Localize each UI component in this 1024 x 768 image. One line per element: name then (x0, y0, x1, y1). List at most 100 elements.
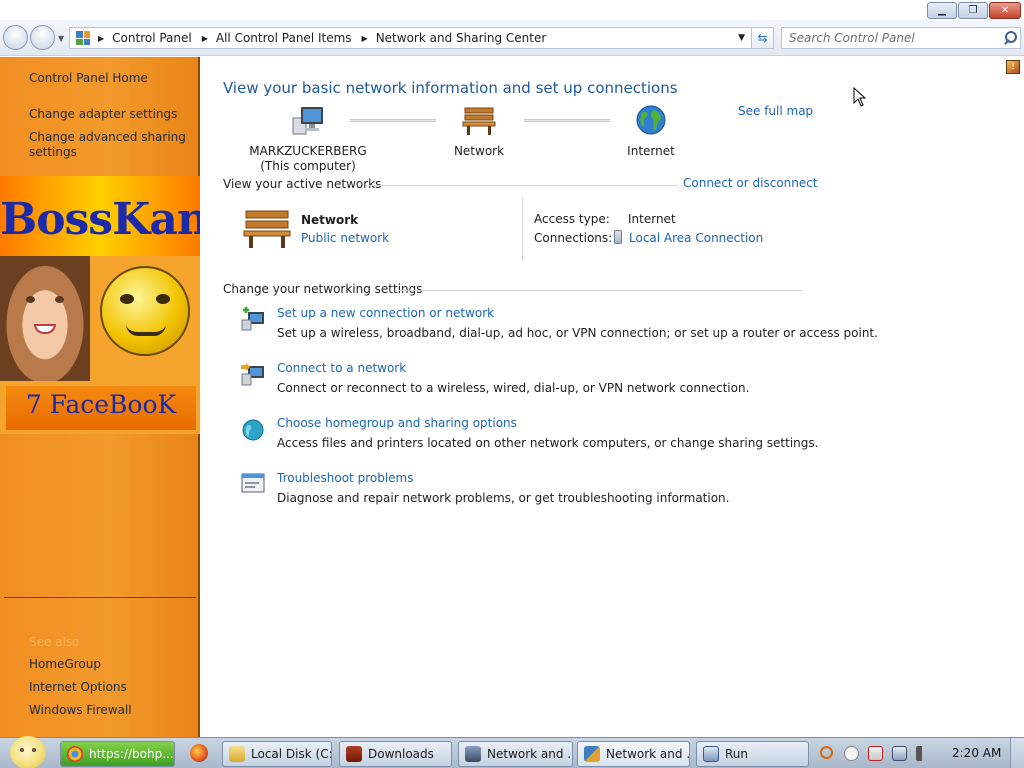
volume-icon[interactable] (916, 746, 931, 761)
back-button[interactable] (3, 25, 28, 50)
clock[interactable]: 2:20 AM (952, 746, 1001, 760)
taskbar-chrome[interactable]: https://bohp... (60, 741, 175, 767)
ethernet-icon (614, 230, 622, 244)
breadcrumb-all-items[interactable]: All Control Panel Items (216, 31, 352, 45)
sidebar-windows-firewall[interactable]: Windows Firewall (29, 703, 132, 718)
map-node-computer[interactable]: MARKZUCKERBERG (This computer) (246, 104, 370, 174)
map-node-computer-name: MARKZUCKERBERG (249, 144, 367, 158)
task-homegroup-link[interactable]: Choose homegroup and sharing options (277, 416, 517, 430)
window-controls: ▁ ❐ ✕ (927, 2, 1021, 19)
breadcrumb-network-sharing[interactable]: Network and Sharing Center (376, 31, 547, 45)
task-setup-connection-desc: Set up a wireless, broadband, dial-up, a… (277, 326, 878, 340)
map-node-internet[interactable]: Internet (621, 104, 681, 159)
sidebar-change-adapter-settings[interactable]: Change adapter settings (29, 107, 177, 122)
taskbar-network-2-label: Network and ... (606, 747, 690, 761)
address-bar[interactable]: ▶ Control Panel ▶ All Control Panel Item… (69, 27, 752, 49)
task-troubleshoot-link[interactable]: Troubleshoot problems (277, 471, 413, 485)
active-networks-heading: View your active networks (223, 177, 382, 191)
network-icon (465, 746, 481, 762)
taskbar-network-2[interactable]: Network and ... (577, 741, 690, 767)
park-bench-icon[interactable] (242, 207, 292, 249)
park-bench-icon (462, 107, 496, 135)
active-network-type-link[interactable]: Public network (301, 231, 389, 245)
run-icon (703, 746, 719, 762)
task-troubleshoot-desc: Diagnose and repair network problems, or… (277, 491, 730, 505)
access-type-value: Internet (628, 212, 676, 226)
homegroup-icon[interactable] (240, 416, 266, 442)
restore-icon: ❐ (968, 5, 978, 16)
action-center-icon[interactable] (868, 746, 883, 761)
search-input[interactable] (782, 31, 1000, 45)
close-icon: ✕ (1000, 5, 1010, 16)
smiley-emoji-icon (100, 266, 190, 356)
vertical-divider (522, 197, 523, 261)
map-connector-line (524, 119, 610, 122)
refresh-icon: ⇆ (757, 31, 768, 45)
start-button[interactable] (10, 736, 46, 768)
breadcrumb-arrow-icon[interactable]: ▶ (98, 34, 104, 43)
sidebar: Control Panel Home Change adapter settin… (0, 57, 200, 737)
task-connect-network-desc: Connect or reconnect to a wireless, wire… (277, 381, 750, 395)
search-box[interactable] (781, 27, 1021, 49)
refresh-button[interactable]: ⇆ (751, 27, 774, 49)
breadcrumb-control-panel[interactable]: Control Panel (112, 31, 192, 45)
network-tray-icon[interactable] (892, 746, 907, 761)
sidebar-homegroup[interactable]: HomeGroup (29, 657, 101, 672)
folder-icon (229, 746, 245, 762)
taskbar-downloads-label: Downloads (368, 747, 434, 761)
section-rule (366, 185, 678, 186)
control-panel-icon (76, 31, 90, 45)
search-tray-icon[interactable] (820, 746, 833, 759)
settings-heading: Change your networking settings (223, 282, 423, 296)
map-node-network-name: Network (453, 144, 505, 158)
chrome-icon (67, 746, 83, 762)
notification-badge-icon[interactable]: ! (1006, 60, 1020, 74)
taskbar-downloads[interactable]: Downloads (339, 741, 452, 767)
map-node-network[interactable]: Network (449, 104, 509, 159)
show-desktop-button[interactable] (1010, 738, 1024, 768)
address-dropdown-icon[interactable]: ▼ (738, 33, 745, 43)
breadcrumb-arrow-icon[interactable]: ▶ (202, 34, 208, 43)
smiley-face-icon (20, 748, 36, 754)
search-icon[interactable] (1000, 28, 1020, 48)
taskbar-network-1[interactable]: Network and ... (458, 741, 573, 767)
main-content: View your basic network information and … (202, 57, 1024, 737)
control-panel-icon (584, 746, 600, 762)
breadcrumb-arrow-icon[interactable]: ▶ (362, 34, 368, 43)
access-type-label: Access type: (534, 212, 610, 226)
troubleshoot-icon[interactable] (240, 471, 266, 497)
task-homegroup-desc: Access files and printers located on oth… (277, 436, 819, 450)
minimize-icon: ▁ (938, 5, 946, 16)
see-also-heading: See also (29, 635, 80, 649)
taskbar-local-disk[interactable]: Local Disk (C:) (222, 741, 332, 767)
sidebar-change-advanced-sharing[interactable]: Change advanced sharing settings (29, 130, 189, 160)
taskbar-network-1-label: Network and ... (487, 747, 573, 761)
status-tray-icon[interactable] (844, 746, 859, 761)
sidebar-banner-image: BossKanae 7 FaceBooK (0, 176, 200, 434)
downloads-icon (346, 746, 362, 762)
computer-icon (292, 107, 323, 135)
navigation-bar: ▼ ▶ Control Panel ▶ All Control Panel It… (0, 20, 1024, 56)
forward-button[interactable] (30, 25, 55, 50)
minimize-button[interactable]: ▁ (927, 2, 957, 19)
banner-subtitle: 7 FaceBooK (25, 390, 177, 419)
see-full-map-link[interactable]: See full map (738, 104, 813, 118)
restore-button[interactable]: ❐ (958, 2, 988, 19)
child-photo (0, 256, 90, 381)
firefox-icon[interactable] (190, 744, 208, 762)
section-rule (398, 290, 803, 291)
local-area-connection-link[interactable]: Local Area Connection (629, 231, 763, 245)
taskbar-run[interactable]: Run (696, 741, 809, 767)
close-button[interactable]: ✕ (989, 2, 1021, 19)
sidebar-internet-options[interactable]: Internet Options (29, 680, 127, 695)
connect-disconnect-link[interactable]: Connect or disconnect (683, 176, 818, 190)
taskbar-chrome-label: https://bohp... (89, 747, 174, 761)
connect-network-icon[interactable] (240, 361, 266, 387)
connections-label: Connections: (534, 231, 613, 245)
recent-pages-dropdown-icon[interactable]: ▼ (58, 34, 64, 43)
task-setup-connection-link[interactable]: Set up a new connection or network (277, 306, 494, 320)
new-connection-icon[interactable] (240, 306, 266, 332)
task-connect-network-link[interactable]: Connect to a network (277, 361, 406, 375)
taskbar-local-disk-label: Local Disk (C:) (251, 747, 332, 761)
sidebar-control-panel-home[interactable]: Control Panel Home (29, 71, 148, 86)
